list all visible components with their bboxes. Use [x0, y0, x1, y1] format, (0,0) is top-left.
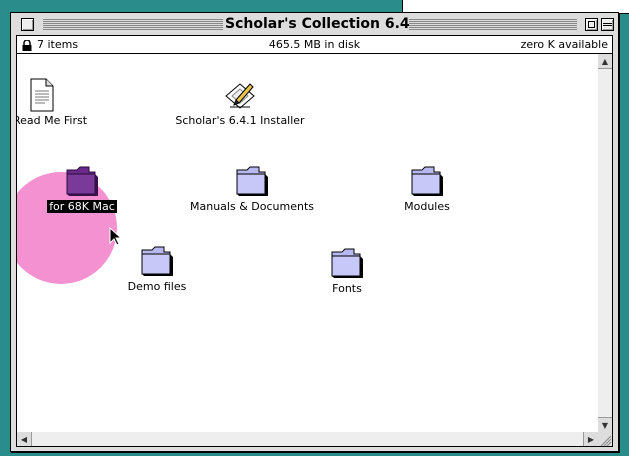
icon-label: Demo files [127, 280, 187, 293]
vertical-scrollbar[interactable]: ▲ ▼ [598, 53, 613, 433]
icon-modules[interactable]: Modules [387, 162, 467, 213]
icon-label: Read Me First [16, 114, 88, 127]
zoom-box[interactable] [585, 18, 598, 31]
mouse-pointer-icon [109, 227, 123, 246]
folder-icon [66, 166, 98, 196]
icon-for-68k-mac[interactable]: for 68K Mac [42, 162, 122, 213]
icon-label: Manuals & Documents [190, 200, 314, 213]
collapse-box[interactable] [601, 18, 614, 31]
finder-window: Scholar's Collection 6.4 7 items 465.5 M… [10, 12, 619, 452]
document-icon [30, 78, 54, 112]
folder-icon [331, 248, 363, 278]
scroll-up-arrow-icon[interactable]: ▲ [598, 54, 612, 69]
window-info-header: 7 items 465.5 MB in disk zero K availabl… [16, 35, 613, 54]
icon-fonts[interactable]: Fonts [307, 244, 387, 295]
icon-manuals-documents[interactable]: Manuals & Documents [187, 162, 317, 213]
horizontal-scrollbar[interactable]: ◀ ▶ [16, 432, 599, 447]
icon-view[interactable]: Read Me First Scholar's 6.4.1 Installer … [16, 53, 599, 433]
folder-icon [236, 166, 268, 196]
close-box[interactable] [21, 18, 34, 31]
title-stripes-left [43, 18, 223, 30]
icon-demo-files[interactable]: Demo files [112, 242, 202, 293]
scroll-left-arrow-icon[interactable]: ◀ [17, 432, 32, 446]
icon-read-me-first[interactable]: Read Me First [17, 78, 87, 127]
icon-label: Modules [404, 200, 450, 213]
resize-grip-icon[interactable] [598, 432, 613, 447]
scroll-right-arrow-icon[interactable]: ▶ [583, 432, 598, 446]
folder-icon [141, 246, 173, 276]
available-space: zero K available [520, 38, 608, 51]
title-stripes-right [409, 18, 577, 30]
window-title: Scholar's Collection 6.4 [225, 16, 410, 32]
icon-label: Scholar's 6.4.1 Installer [175, 114, 305, 127]
icon-label: Fonts [332, 282, 362, 295]
icon-installer[interactable]: Scholar's 6.4.1 Installer [165, 78, 315, 127]
scroll-down-arrow-icon[interactable]: ▼ [598, 417, 612, 432]
installer-icon [225, 83, 255, 109]
icon-label: for 68K Mac [47, 200, 117, 213]
folder-icon [411, 166, 443, 196]
title-bar[interactable]: Scholar's Collection 6.4 [11, 13, 618, 35]
